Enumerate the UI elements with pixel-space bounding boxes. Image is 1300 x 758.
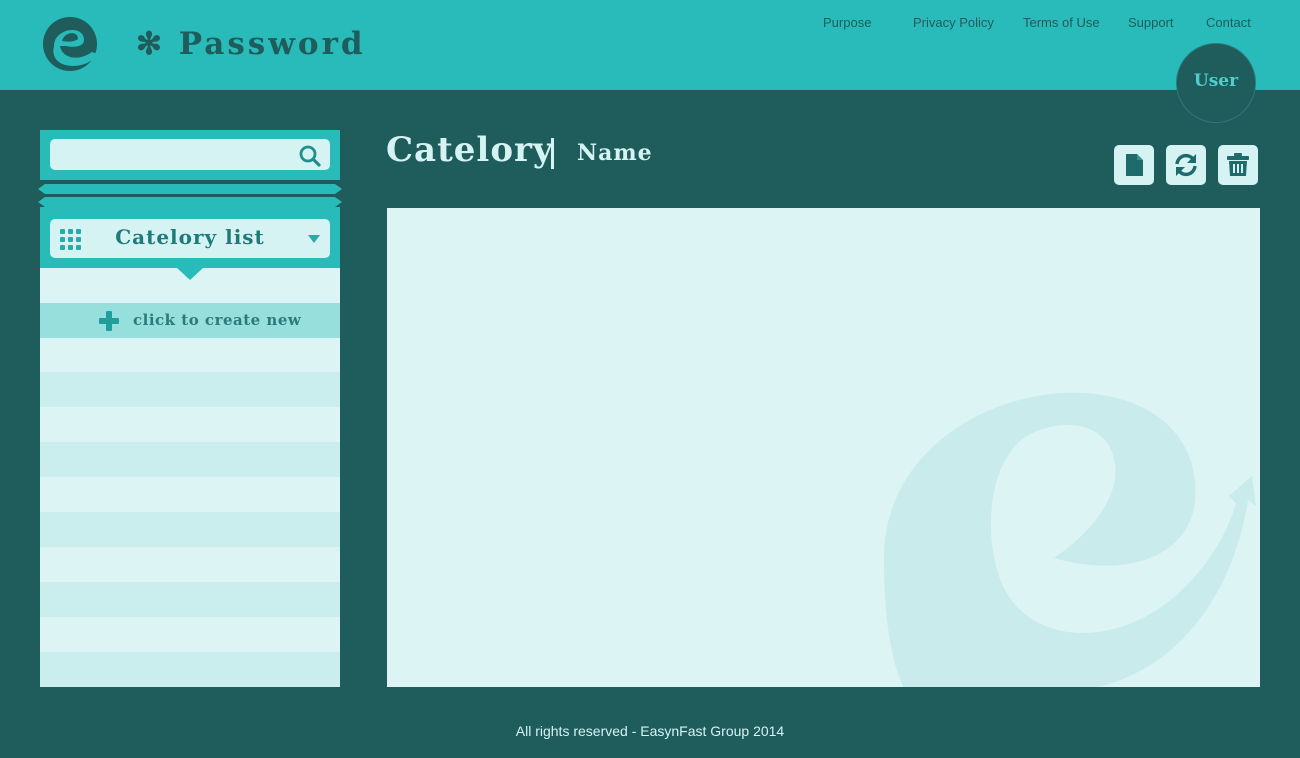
category-header: Catelory list xyxy=(40,207,340,268)
nav-item-purpose[interactable]: Purpose xyxy=(823,15,871,30)
list-item xyxy=(40,407,340,442)
nav-item-privacy-policy[interactable]: Privacy Policy xyxy=(913,15,994,30)
sidebar: Catelory list click to create new xyxy=(38,130,342,687)
plus-icon xyxy=(99,311,119,331)
header-bar: ✻ Password Purpose Privacy Policy Terms … xyxy=(0,0,1300,90)
list-item xyxy=(40,372,340,407)
dropdown-notch xyxy=(177,268,203,280)
top-nav: Purpose Privacy Policy Terms of Use Supp… xyxy=(0,15,1300,35)
new-document-button[interactable] xyxy=(1114,145,1154,185)
list-item xyxy=(40,547,340,582)
search-icon[interactable] xyxy=(298,144,322,168)
nav-item-terms-of-use[interactable]: Terms of Use xyxy=(1023,15,1100,30)
page-subtitle: Name xyxy=(577,140,653,166)
document-icon xyxy=(1126,154,1143,176)
list-item xyxy=(40,477,340,512)
list-item xyxy=(40,337,340,372)
refresh-icon xyxy=(1175,153,1197,177)
delete-button[interactable] xyxy=(1218,145,1258,185)
logo-watermark-icon xyxy=(884,392,1256,687)
nav-item-support[interactable]: Support xyxy=(1128,15,1174,30)
create-new-button[interactable]: click to create new xyxy=(40,303,340,338)
list-item xyxy=(40,442,340,477)
footer-text: All rights reserved - EasynFast Group 20… xyxy=(515,723,785,739)
page-title: Catelory xyxy=(386,130,554,170)
list-item xyxy=(40,512,340,547)
search-input[interactable] xyxy=(50,139,330,170)
chevron-down-icon xyxy=(308,235,320,243)
nav-item-contact[interactable]: Contact xyxy=(1206,15,1251,30)
list-item xyxy=(40,652,340,687)
trash-icon xyxy=(1227,153,1249,176)
content-panel xyxy=(387,208,1260,687)
list-item xyxy=(40,582,340,617)
decorative-band xyxy=(38,197,342,207)
create-new-label: click to create new xyxy=(133,311,302,329)
search-box xyxy=(40,130,340,180)
list-item xyxy=(40,617,340,652)
category-select[interactable]: Catelory list xyxy=(50,219,330,258)
refresh-button[interactable] xyxy=(1166,145,1206,185)
user-button[interactable]: User xyxy=(1176,43,1256,123)
title-divider xyxy=(551,138,554,169)
category-select-label: Catelory list xyxy=(115,225,265,249)
decorative-band xyxy=(38,184,342,194)
